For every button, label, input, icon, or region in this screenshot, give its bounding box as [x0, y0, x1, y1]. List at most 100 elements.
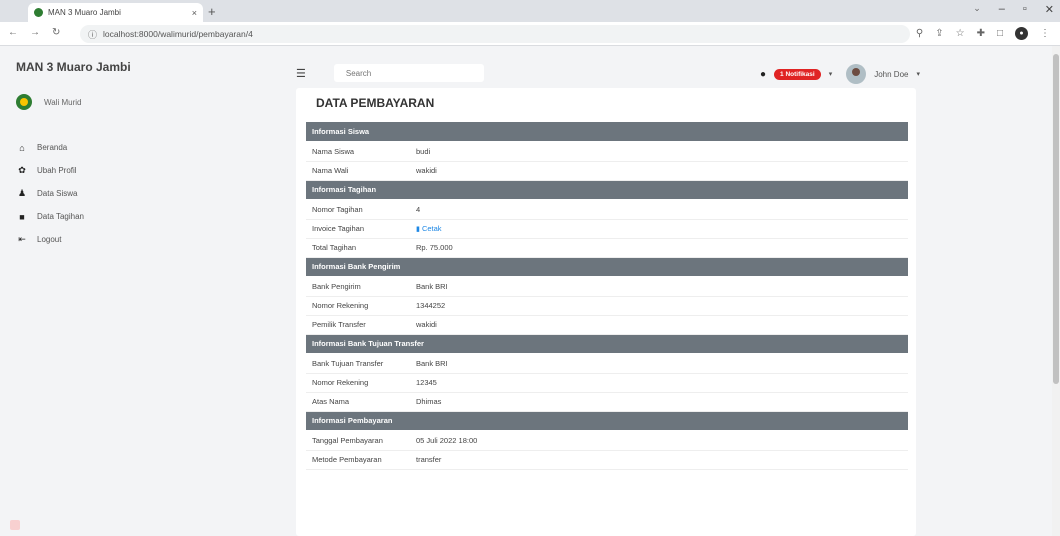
row-value: 1344252	[410, 296, 908, 316]
print-icon: ▮	[416, 226, 420, 233]
row-label: Invoice Tagihan	[306, 219, 410, 239]
row-value: Bank BRI	[410, 277, 908, 297]
book-icon: ■	[19, 211, 25, 222]
row-value: wakidi	[410, 161, 908, 181]
row-value: transfer	[410, 450, 908, 470]
tab-search-icon[interactable]: ⌄	[973, 3, 981, 16]
sidebar-item-beranda[interactable]: ⌂ Beranda	[16, 136, 84, 159]
table-row: Bank Pengirim Bank BRI	[306, 277, 908, 297]
tab-close-icon[interactable]: ×	[192, 8, 197, 18]
row-value: budi	[410, 142, 908, 162]
star-icon[interactable]: ☆	[956, 28, 965, 39]
reload-icon[interactable]: ↻	[52, 27, 60, 38]
logout-icon: ⇤	[18, 234, 26, 244]
sidepanel-icon[interactable]: □	[997, 28, 1003, 39]
section-header: Informasi Siswa	[306, 122, 908, 143]
row-label: Bank Pengirim	[306, 277, 410, 297]
table-row: Pemilik Transfer wakidi	[306, 315, 908, 335]
table-row: Metode Pembayaran transfer	[306, 450, 908, 470]
bell-icon[interactable]: ●	[760, 69, 766, 80]
profile-icon[interactable]: ●	[1015, 27, 1028, 40]
table-row: Bank Tujuan Transfer Bank BRI	[306, 354, 908, 374]
url-field[interactable]: ⓘ localhost:8000/walimurid/pembayaran/4	[80, 25, 910, 43]
sidebar-item-label: Data Tagihan	[37, 212, 84, 221]
nav-buttons: ← → ↻	[8, 27, 60, 38]
minimize-icon[interactable]: –	[999, 3, 1005, 16]
home-icon: ⌂	[19, 142, 25, 153]
section-header: Informasi Tagihan	[306, 180, 908, 201]
row-value: Rp. 75.000	[410, 238, 908, 258]
row-label: Nomor Tagihan	[306, 200, 410, 220]
gear-icon: ✿	[18, 165, 26, 175]
sidebar-user: Wali Murid	[16, 94, 81, 110]
topbar-user-name[interactable]: John Doe	[874, 70, 908, 79]
forward-icon[interactable]: →	[30, 27, 40, 38]
browser-toolbar-icons: ⚲ ⇪ ☆ ✚ □ ● ⋮	[916, 27, 1050, 40]
school-logo-icon	[16, 94, 32, 110]
row-label: Tanggal Pembayaran	[306, 431, 410, 451]
extensions-icon[interactable]: ✚	[977, 28, 985, 39]
sidebar-item-label: Beranda	[37, 143, 68, 152]
sidebar-menu: ⌂ Beranda ✿ Ubah Profil ♟ Data Siswa ■ D…	[16, 136, 84, 251]
cetak-invoice-link[interactable]: ▮ Cetak	[416, 224, 442, 233]
table-row: Tanggal Pembayaran 05 Juli 2022 18:00	[306, 431, 908, 451]
close-window-icon[interactable]: ✕	[1045, 3, 1054, 16]
payment-table: Informasi Siswa Nama Siswa budi Nama Wali…	[306, 122, 908, 470]
row-label: Nama Wali	[306, 161, 410, 181]
browser-tab-bar: MAN 3 Muaro Jambi × + ⌄ – ▫ ✕	[0, 0, 1060, 22]
window-controls: ⌄ – ▫ ✕	[973, 3, 1054, 16]
site-info-icon[interactable]: ⓘ	[88, 28, 97, 41]
sidebar-item-logout[interactable]: ⇤ Logout	[16, 228, 84, 251]
back-icon[interactable]: ←	[8, 27, 18, 38]
row-label: Metode Pembayaran	[306, 450, 410, 470]
sidebar-footer-icon[interactable]	[10, 520, 20, 530]
chevron-down-icon[interactable]: ▾	[916, 70, 920, 78]
table-row: Nama Wali wakidi	[306, 161, 908, 181]
sidebar: MAN 3 Muaro Jambi Wali Murid ⌂ Beranda ✿…	[0, 46, 162, 536]
payment-card: DATA PEMBAYARAN Informasi Siswa Nama Sis…	[296, 88, 916, 536]
row-value: 4	[410, 200, 908, 220]
sidebar-user-name: Wali Murid	[44, 97, 82, 107]
favicon-icon	[34, 8, 43, 17]
zoom-icon[interactable]: ⚲	[916, 28, 923, 39]
scrollbar-thumb[interactable]	[1053, 54, 1059, 384]
table-row: Atas Nama Dhimas	[306, 392, 908, 412]
sidebar-item-label: Data Siswa	[37, 189, 78, 198]
notification-badge[interactable]: 1 Notifikasi	[774, 68, 821, 80]
sidebar-item-data-tagihan[interactable]: ■ Data Tagihan	[16, 205, 84, 228]
row-label: Pemilik Transfer	[306, 315, 410, 335]
address-bar: ← → ↻ ⓘ localhost:8000/walimurid/pembaya…	[0, 22, 1060, 46]
share-icon[interactable]: ⇪	[935, 28, 943, 39]
sidebar-item-label: Ubah Profil	[37, 166, 77, 175]
table-row: Nama Siswa budi	[306, 142, 908, 162]
row-label: Atas Nama	[306, 392, 410, 412]
row-value: 12345	[410, 373, 908, 393]
table-row: Invoice Tagihan ▮ Cetak	[306, 219, 908, 239]
row-label: Total Tagihan	[306, 238, 410, 258]
table-row: Nomor Rekening 12345	[306, 373, 908, 393]
row-value: wakidi	[410, 315, 908, 335]
row-value: 05 Juli 2022 18:00	[410, 431, 908, 451]
section-header: Informasi Pembayaran	[306, 411, 908, 432]
page-scrollbar[interactable]	[1052, 46, 1060, 536]
search-input[interactable]	[333, 64, 484, 82]
hamburger-icon[interactable]: ☰	[296, 67, 306, 80]
row-label: Nama Siswa	[306, 142, 410, 162]
maximize-icon[interactable]: ▫	[1023, 3, 1027, 16]
table-row: Nomor Tagihan 4	[306, 200, 908, 220]
section-header: Informasi Bank Tujuan Transfer	[306, 334, 908, 355]
new-tab-icon[interactable]: +	[208, 4, 216, 19]
table-row: Total Tagihan Rp. 75.000	[306, 238, 908, 258]
sidebar-item-ubah-profil[interactable]: ✿ Ubah Profil	[16, 159, 84, 182]
browser-tab[interactable]: MAN 3 Muaro Jambi ×	[28, 3, 203, 22]
chevron-down-icon[interactable]: ▾	[829, 70, 833, 78]
avatar[interactable]	[846, 64, 867, 84]
sidebar-brand[interactable]: MAN 3 Muaro Jambi	[16, 60, 131, 74]
row-value: Dhimas	[410, 392, 908, 412]
row-label: Bank Tujuan Transfer	[306, 354, 410, 374]
sidebar-item-data-siswa[interactable]: ♟ Data Siswa	[16, 182, 84, 205]
sidebar-item-label: Logout	[37, 235, 62, 244]
menu-kebab-icon[interactable]: ⋮	[1040, 28, 1050, 39]
topbar-right: ● 1 Notifikasi ▾ John Doe ▾	[760, 64, 920, 84]
table-row: Nomor Rekening 1344252	[306, 296, 908, 316]
